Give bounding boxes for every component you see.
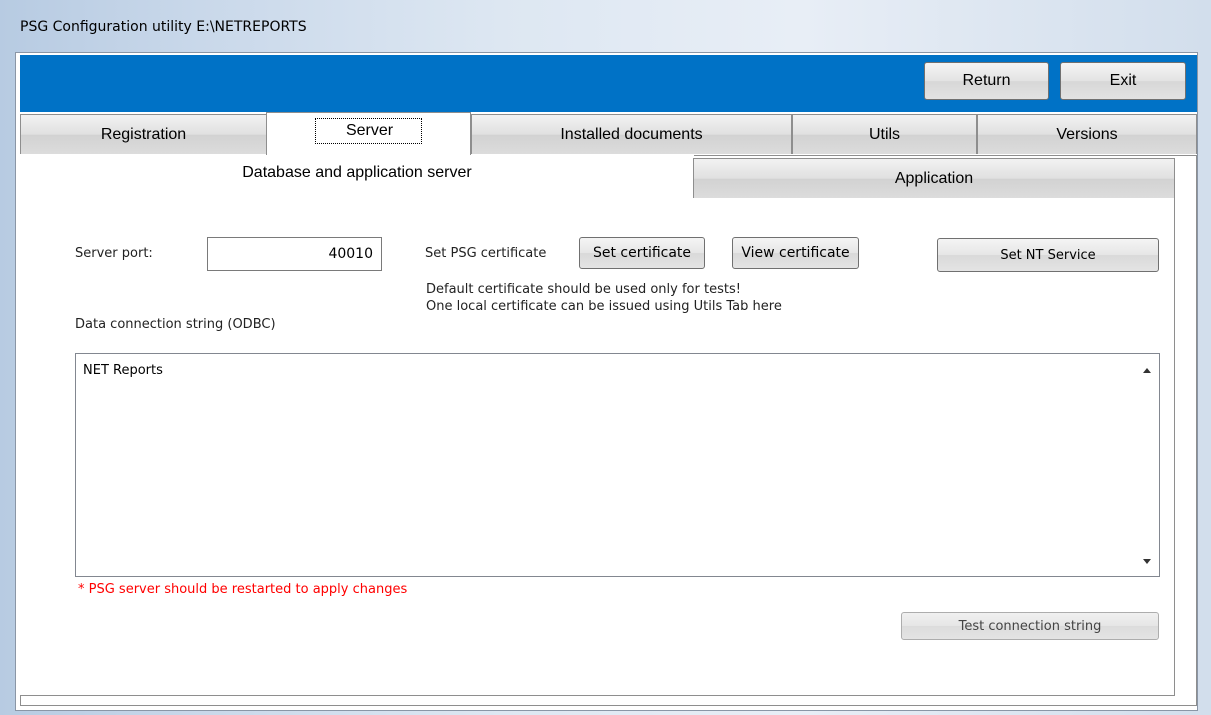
server-port-input[interactable]: 40010 — [207, 237, 382, 271]
set-certificate-button[interactable]: Set certificate — [579, 237, 705, 269]
tab-utils[interactable]: Utils — [792, 114, 977, 154]
certificate-note-line-2: One local certificate can be issued usin… — [426, 299, 782, 314]
exit-button[interactable]: Exit — [1060, 62, 1186, 100]
scroll-down-arrow-icon[interactable] — [1143, 559, 1151, 564]
data-connection-string-label: Data connection string (ODBC) — [75, 317, 276, 332]
tab-server-label: Server — [314, 118, 423, 144]
tab-installed-documents[interactable]: Installed documents — [471, 114, 792, 154]
subtab-database-and-application-server[interactable]: Database and application server — [20, 155, 694, 197]
restart-warning: * PSG server should be restarted to appl… — [78, 582, 408, 597]
tab-server[interactable]: Server — [266, 112, 471, 156]
test-connection-string-button[interactable]: Test connection string — [901, 612, 1159, 640]
server-port-label: Server port: — [75, 246, 153, 261]
connection-string-textarea[interactable]: NET Reports — [75, 353, 1160, 577]
window-title: PSG Configuration utility E:\NETREPORTS — [20, 19, 307, 35]
connection-string-value: NET Reports — [83, 363, 163, 378]
set-psg-certificate-label: Set PSG certificate — [425, 246, 547, 261]
certificate-note-line-1: Default certificate should be used only … — [426, 282, 741, 297]
view-certificate-button[interactable]: View certificate — [732, 237, 859, 269]
set-nt-service-button[interactable]: Set NT Service — [937, 238, 1159, 272]
tab-versions[interactable]: Versions — [977, 114, 1197, 154]
return-button[interactable]: Return — [924, 62, 1049, 100]
subtab-application[interactable]: Application — [693, 158, 1175, 198]
tab-registration[interactable]: Registration — [20, 114, 267, 154]
scroll-up-arrow-icon[interactable] — [1143, 368, 1151, 373]
